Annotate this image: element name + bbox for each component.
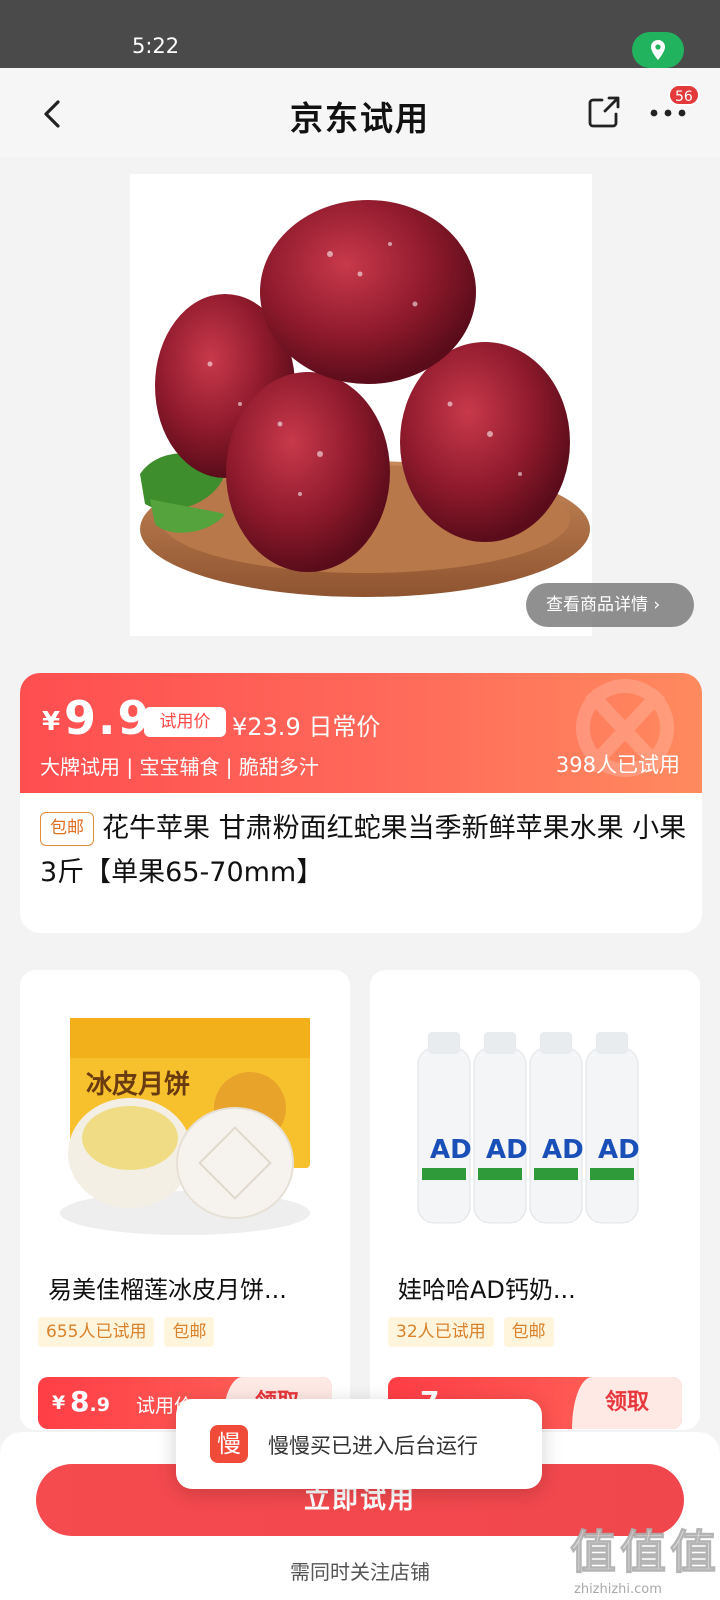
watermark-url: zhizhizhi.com [574,1582,662,1597]
location-pin-icon [651,40,665,60]
shipping-pill: 包邮 [503,1317,554,1347]
recommendation-name: 易美佳榴莲冰皮月饼... [48,1276,287,1304]
trial-price: 9.9 [64,691,152,745]
original-price: ¥23.9 日常价 [232,713,381,741]
product-tags: 大牌试用 | 宝宝辅食 | 脆甜多汁 [40,755,319,779]
svg-text:冰皮月饼: 冰皮月饼 [86,1070,190,1100]
free-shipping-badge: 包邮 [40,812,94,846]
trial-count: 398人已试用 [555,753,680,777]
recommendation-name: 娃哈哈AD钙奶... [398,1276,576,1304]
svg-text:AD: AD [486,1135,528,1165]
trial-count-pill: 655人已试用 [38,1317,155,1347]
recommendation-card[interactable]: AD AD AD AD 娃哈哈AD钙奶... 32人已试用 包邮 7 领取 [370,970,700,1430]
svg-text:AD: AD [430,1135,472,1165]
chevron-right-icon: › [653,595,661,615]
more-icon[interactable] [648,106,688,120]
svg-text:AD: AD [542,1135,584,1165]
mooncake-product-image: 冰皮月饼 [60,1018,310,1235]
manmanmai-app-icon: 慢 [210,1425,248,1463]
background-toast: 慢 慢慢买已进入后台运行 [176,1399,542,1489]
status-bar: 5:22 [0,0,720,68]
site-watermark: 值值值 zhizhizhi.com [570,1516,720,1600]
svg-text:AD: AD [598,1135,640,1165]
notification-badge: 56 [668,84,700,106]
currency-symbol: ¥ [52,1392,66,1414]
recommendation-price: 8.9 [70,1385,110,1418]
recommendation-card[interactable]: 冰皮月饼 易美佳榴莲冰皮月饼... 655人已试用 包邮 ¥ 8.9 试用价 领… [20,970,350,1430]
toast-message: 慢慢买已进入后台运行 [268,1434,478,1458]
product-image[interactable] [130,174,592,636]
price-card: ¥ 9.9 试用价 ¥23.9 日常价 大牌试用 | 宝宝辅食 | 脆甜多汁 3… [20,673,702,933]
ad-milk-product-image: AD AD AD AD [417,1032,640,1224]
share-icon[interactable] [586,94,622,130]
shipping-pill: 包邮 [164,1317,215,1347]
recommendation-stats: 32人已试用 包邮 [388,1317,554,1347]
trial-price-tag: 试用价 [144,707,226,737]
recommendation-stats: 655人已试用 包邮 [38,1317,215,1347]
trial-count-pill: 32人已试用 [388,1317,494,1347]
price-band: ¥ 9.9 试用价 ¥23.9 日常价 大牌试用 | 宝宝辅食 | 脆甜多汁 3… [20,673,702,793]
currency-symbol: ¥ [42,707,61,737]
view-details-button[interactable]: 查看商品详情 › [526,583,694,627]
product-title-block: 包邮 花牛苹果 甘肃粉面红蛇果当季新鲜苹果水果 小果3斤【单果65-70mm】 [40,807,690,895]
view-details-label: 查看商品详情 [546,595,648,615]
apple-illustration [140,200,590,597]
claim-button[interactable]: 领取 [572,1377,682,1429]
watermark-logo: 值值值 [570,1525,720,1580]
location-indicator [632,32,684,68]
top-nav: 京东试用 56 [0,68,720,158]
status-time: 5:22 [132,34,180,58]
product-title: 花牛苹果 甘肃粉面红蛇果当季新鲜苹果水果 小果3斤【单果65-70mm】 [40,813,687,888]
